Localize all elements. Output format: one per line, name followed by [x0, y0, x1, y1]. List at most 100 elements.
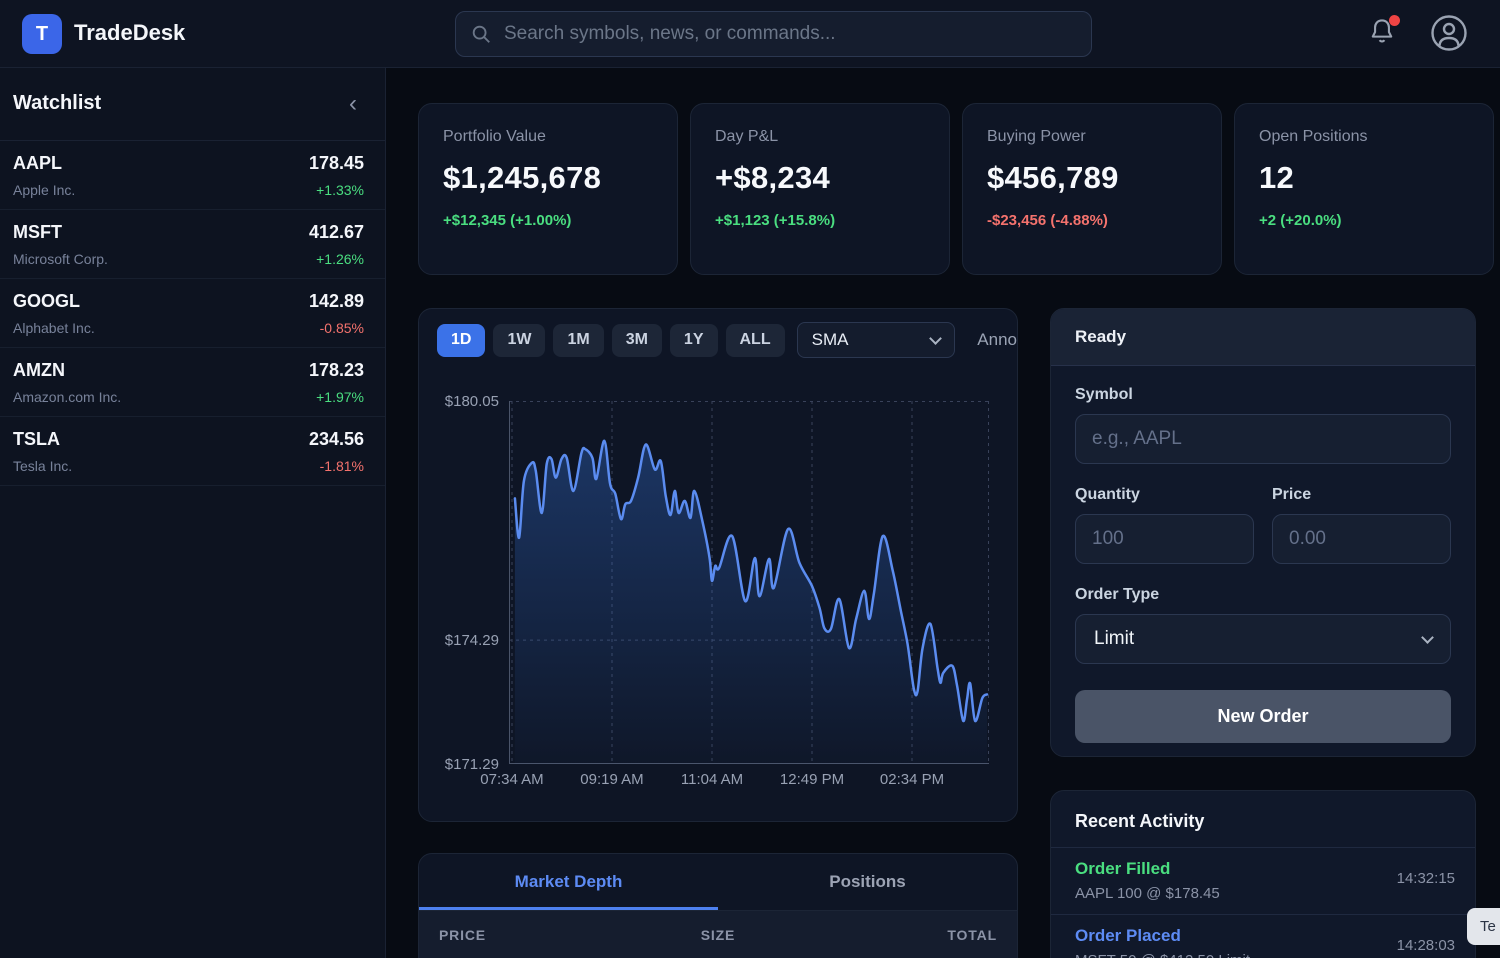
company-name: Apple Inc.	[13, 182, 75, 198]
ticker-change: +1.33%	[316, 182, 364, 198]
x-axis-tick: 09:19 AM	[580, 771, 643, 788]
order-status-header: Ready	[1051, 309, 1475, 366]
new-order-button[interactable]: New Order	[1075, 690, 1451, 743]
activity-status: Order Filled	[1075, 859, 1451, 879]
watchlist-title: Watchlist	[13, 92, 101, 115]
ticker-symbol: TSLA	[13, 429, 60, 450]
account-button[interactable]	[1430, 14, 1468, 52]
ticker-change: +1.26%	[316, 251, 364, 267]
timeframe-button-all[interactable]: ALL	[726, 324, 785, 357]
activity-time: 14:28:03	[1397, 937, 1455, 954]
stat-card-day-pnl: Day P&L +$8,234 +$1,123 (+15.8%)	[690, 103, 950, 275]
activity-item[interactable]: Order Filled AAPL 100 @ $178.45 14:32:15	[1051, 848, 1475, 915]
stats-row: Portfolio Value $1,245,678 +$12,345 (+1.…	[418, 103, 1494, 275]
company-name: Amazon.com Inc.	[13, 389, 121, 405]
activity-detail: MSFT 50 @ $412.50 Limit	[1075, 952, 1451, 958]
quantity-label: Quantity	[1075, 486, 1254, 504]
app-logo[interactable]: T	[22, 14, 62, 54]
price-field[interactable]	[1272, 514, 1451, 564]
ticker-change: +1.97%	[316, 389, 364, 405]
company-name: Tesla Inc.	[13, 458, 72, 474]
watchlist-item-googl[interactable]: GOOGL Alphabet Inc. 142.89 -0.85%	[0, 279, 385, 348]
avatar-icon	[1430, 14, 1468, 52]
global-search[interactable]	[455, 11, 1092, 57]
app-logo-letter: T	[36, 23, 48, 46]
stat-label: Open Positions	[1259, 128, 1469, 146]
chart-toolbar: 1D 1W 1M 3M 1Y ALL SMA Anno	[419, 323, 1017, 357]
stat-value: 12	[1259, 160, 1469, 196]
watchlist-sidebar: Watchlist ‹ AAPL Apple Inc. 178.45 +1.33…	[0, 68, 386, 958]
y-axis-tick: $180.05	[419, 393, 499, 410]
ticker-symbol: MSFT	[13, 222, 62, 243]
toast-clipped[interactable]: Te	[1467, 908, 1500, 945]
column-header-size: SIZE	[618, 927, 817, 943]
stat-label: Buying Power	[987, 128, 1197, 146]
watchlist-item-tsla[interactable]: TSLA Tesla Inc. 234.56 -1.81%	[0, 417, 385, 486]
watchlist-item-msft[interactable]: MSFT Microsoft Corp. 412.67 +1.26%	[0, 210, 385, 279]
timeframe-button-1w[interactable]: 1W	[493, 324, 545, 357]
ticker-price: 234.56	[309, 429, 364, 450]
column-header-total: TOTAL	[818, 927, 1017, 943]
ticker-price: 412.67	[309, 222, 364, 243]
price-label: Price	[1272, 486, 1451, 504]
timeframe-button-1m[interactable]: 1M	[553, 324, 603, 357]
ticker-price: 142.89	[309, 291, 364, 312]
ticker-price: 178.45	[309, 153, 364, 174]
chevron-down-icon	[929, 332, 942, 345]
symbol-label: Symbol	[1075, 386, 1451, 404]
sidebar-collapse-button[interactable]: ‹	[349, 90, 357, 118]
toast-text: Te	[1480, 918, 1496, 935]
stat-card-open-positions: Open Positions 12 +2 (+20.0%)	[1234, 103, 1494, 275]
tab-market-depth[interactable]: Market Depth	[419, 854, 718, 910]
stat-card-portfolio-value: Portfolio Value $1,245,678 +$12,345 (+1.…	[418, 103, 678, 275]
annotations-button-clipped[interactable]: Anno	[977, 330, 1017, 350]
stat-value: +$8,234	[715, 160, 925, 196]
stat-value: $456,789	[987, 160, 1197, 196]
timeframe-button-3m[interactable]: 3M	[612, 324, 662, 357]
notification-dot	[1389, 15, 1400, 26]
search-input[interactable]	[492, 23, 1091, 45]
watchlist-header: Watchlist ‹	[0, 68, 385, 141]
recent-activity-panel: Recent Activity Order Filled AAPL 100 @ …	[1050, 790, 1476, 958]
timeframe-button-1y[interactable]: 1Y	[670, 324, 718, 357]
price-area-chart[interactable]	[509, 401, 989, 764]
ticker-price: 178.23	[309, 360, 364, 381]
indicator-value: SMA	[812, 330, 932, 350]
order-form: Symbol Quantity Price Order Type Limit	[1051, 366, 1475, 757]
stat-label: Day P&L	[715, 128, 925, 146]
quantity-field[interactable]	[1075, 514, 1254, 564]
app-title: TradeDesk	[74, 20, 185, 46]
order-type-select[interactable]: Limit	[1075, 614, 1451, 664]
activity-time: 14:32:15	[1397, 870, 1455, 887]
activity-item[interactable]: Order Placed MSFT 50 @ $412.50 Limit 14:…	[1051, 915, 1475, 958]
indicator-select[interactable]: SMA	[797, 322, 956, 358]
order-type-value: Limit	[1094, 628, 1423, 650]
company-name: Alphabet Inc.	[13, 320, 95, 336]
recent-activity-title: Recent Activity	[1051, 791, 1475, 848]
company-name: Microsoft Corp.	[13, 251, 108, 267]
watchlist-item-amzn[interactable]: AMZN Amazon.com Inc. 178.23 +1.97%	[0, 348, 385, 417]
stat-change: -$23,456 (-4.88%)	[987, 212, 1197, 229]
market-data-panel: Market Depth Positions PRICE SIZE TOTAL	[418, 853, 1018, 958]
depth-table-header: PRICE SIZE TOTAL	[419, 911, 1017, 958]
ticker-symbol: AAPL	[13, 153, 62, 174]
stat-change: +2 (+20.0%)	[1259, 212, 1469, 229]
x-axis-tick: 07:34 AM	[480, 771, 543, 788]
stat-card-buying-power: Buying Power $456,789 -$23,456 (-4.88%)	[962, 103, 1222, 275]
activity-detail: AAPL 100 @ $178.45	[1075, 885, 1451, 902]
stat-change: +$12,345 (+1.00%)	[443, 212, 653, 229]
chevron-down-icon	[1421, 631, 1434, 644]
tab-positions[interactable]: Positions	[718, 854, 1017, 910]
timeframe-button-1d[interactable]: 1D	[437, 324, 485, 357]
notifications-button[interactable]	[1368, 17, 1402, 51]
search-icon	[470, 23, 492, 45]
ticker-change: -1.81%	[320, 458, 364, 474]
symbol-field[interactable]	[1075, 414, 1451, 464]
x-axis-tick: 11:04 AM	[681, 771, 743, 788]
order-type-label: Order Type	[1075, 586, 1451, 604]
main-content: Portfolio Value $1,245,678 +$12,345 (+1.…	[387, 68, 1500, 958]
x-axis-tick: 02:34 PM	[880, 771, 944, 788]
topbar: T TradeDesk	[0, 0, 1500, 68]
price-chart-panel: 1D 1W 1M 3M 1Y ALL SMA Anno $180.05 $174…	[418, 308, 1018, 822]
watchlist-item-aapl[interactable]: AAPL Apple Inc. 178.45 +1.33%	[0, 141, 385, 210]
